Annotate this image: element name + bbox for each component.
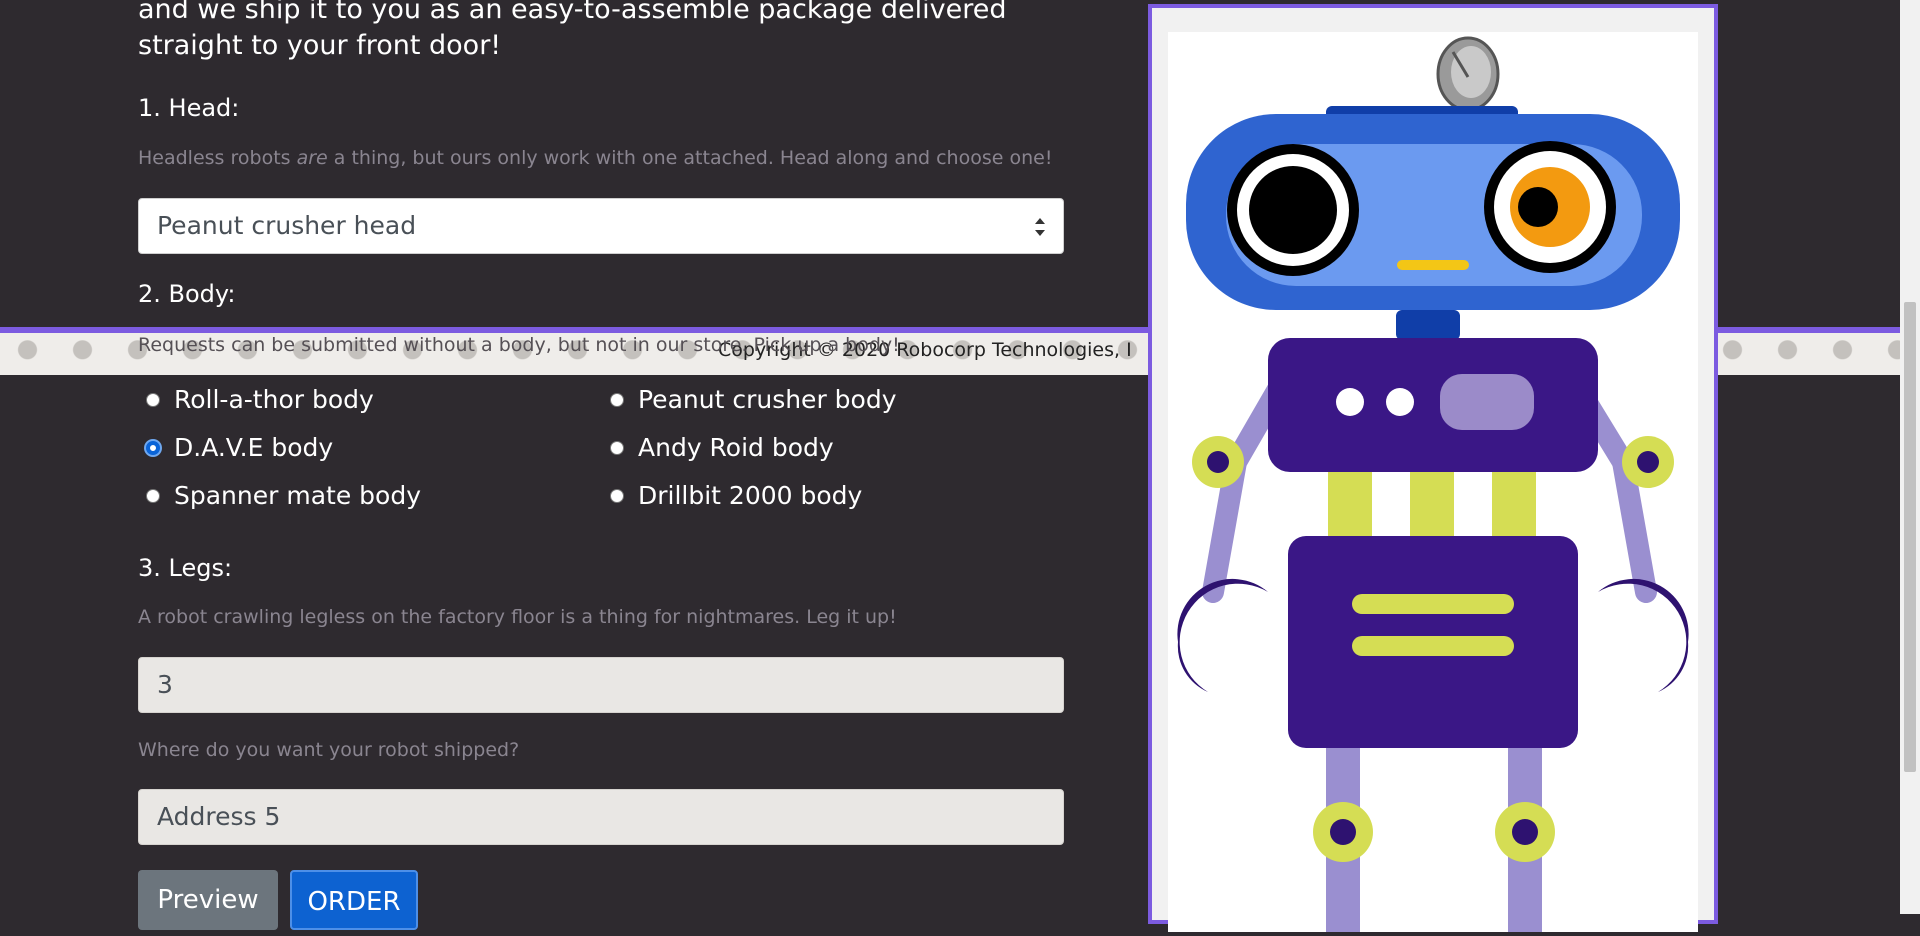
body-option-dave[interactable]: D.A.V.E body <box>146 433 333 462</box>
preview-button[interactable]: Preview <box>138 870 278 930</box>
robot-body <box>1268 338 1598 748</box>
body-option-label: Drillbit 2000 body <box>638 481 863 510</box>
body-option-label: Andy Roid body <box>638 433 834 462</box>
radio-button[interactable] <box>610 488 624 503</box>
radio-button[interactable] <box>610 440 624 455</box>
select-caret-icon <box>1035 218 1045 236</box>
head-hint: Headless robots are a thing, but ours on… <box>138 147 1053 169</box>
head-select[interactable]: Peanut crusher head <box>138 198 1064 254</box>
body-option-andy-roid[interactable]: Andy Roid body <box>610 433 834 462</box>
radio-button-checked[interactable] <box>146 440 160 455</box>
body-hint: Requests can be submitted without a body… <box>138 334 900 356</box>
page-scrollbar[interactable] <box>1900 0 1920 914</box>
radio-button[interactable] <box>146 392 160 407</box>
robot-preview-canvas <box>1168 32 1698 936</box>
body-option-label: D.A.V.E body <box>174 433 334 462</box>
body-option-peanut-crusher[interactable]: Peanut crusher body <box>610 385 897 414</box>
legs-hint: A robot crawling legless on the factory … <box>138 606 897 628</box>
legs-label: 3. Legs: <box>138 554 233 582</box>
radio-button[interactable] <box>146 488 160 503</box>
body-option-drillbit-2000[interactable]: Drillbit 2000 body <box>610 481 862 510</box>
radio-button[interactable] <box>610 392 624 407</box>
body-option-spanner-mate[interactable]: Spanner mate body <box>146 481 421 510</box>
robot-legs <box>1313 748 1555 936</box>
head-label: 1. Head: <box>138 94 240 122</box>
address-hint: Where do you want your robot shipped? <box>138 739 520 761</box>
head-select-value: Peanut crusher head <box>157 211 417 240</box>
body-option-roll-a-thor[interactable]: Roll-a-thor body <box>146 385 374 414</box>
address-input[interactable]: Address 5 <box>138 789 1064 845</box>
robot-head <box>1186 114 1680 310</box>
order-button[interactable]: ORDER <box>290 870 418 930</box>
robot-preview-panel <box>1148 4 1718 936</box>
body-option-label: Roll-a-thor body <box>174 385 374 414</box>
scrollbar-thumb[interactable] <box>1904 302 1916 772</box>
intro-text: and we ship it to you as an easy-to-asse… <box>138 0 1007 61</box>
legs-input[interactable]: 3 <box>138 657 1064 713</box>
body-label: 2. Body: <box>138 280 236 308</box>
body-option-label: Spanner mate body <box>174 481 421 510</box>
body-option-label: Peanut crusher body <box>638 385 897 414</box>
robot-image <box>1177 36 1689 936</box>
